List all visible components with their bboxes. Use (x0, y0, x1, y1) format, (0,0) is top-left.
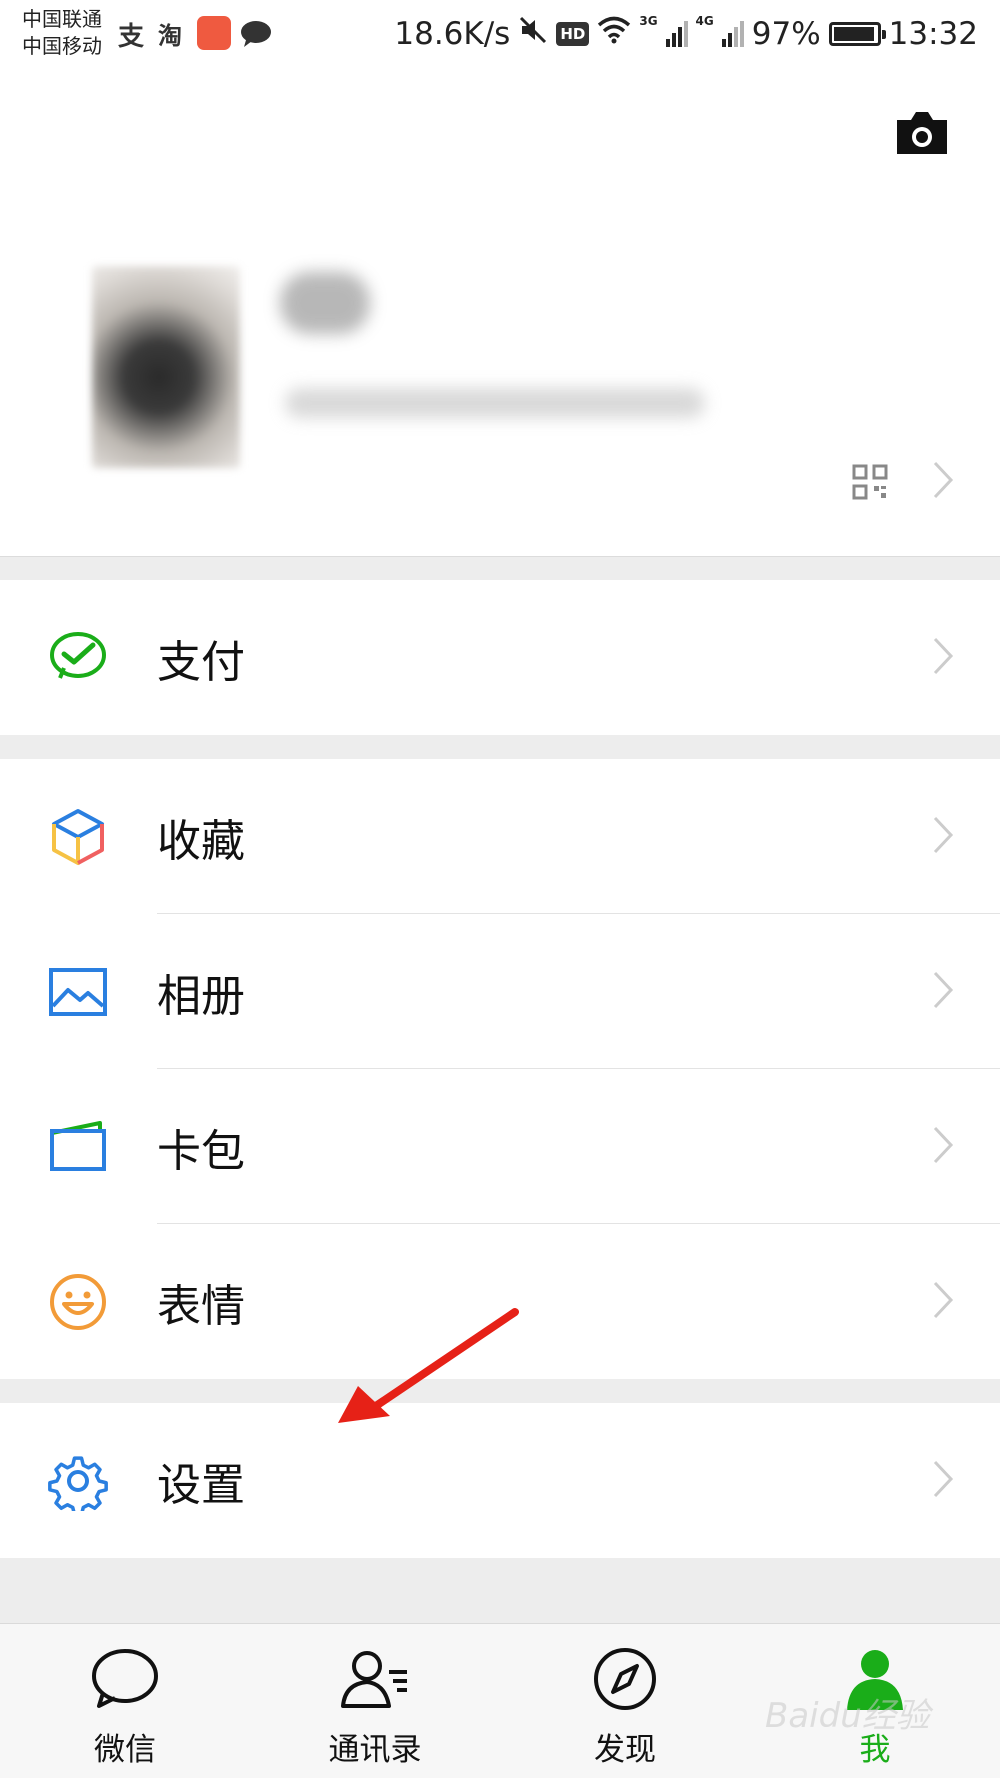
network-4g-label: 4G (695, 14, 714, 28)
chevron-right-icon (933, 816, 954, 854)
status-indicators: 18.6K/s HD 3G 4G 97% 13:32 (394, 12, 978, 56)
chevron-right-icon (933, 1460, 954, 1498)
battery-fill (833, 27, 875, 41)
menu-item-cards[interactable]: 卡包 (0, 1069, 1000, 1224)
card-wallet-icon (50, 1121, 106, 1171)
chat-bubble-icon (92, 1649, 158, 1708)
cards-label: 卡包 (157, 1125, 245, 1177)
favorites-label: 收藏 (157, 815, 245, 867)
picture-icon (49, 968, 107, 1016)
menu-item-album[interactable]: 相册 (0, 914, 1000, 1069)
taobao-notification-icon: 淘 (158, 22, 182, 50)
wifi-icon (597, 16, 631, 52)
wallet-check-icon (50, 632, 106, 679)
chevron-right-icon (933, 1126, 954, 1164)
signal-strength-icon (665, 21, 688, 47)
clock: 13:32 (888, 16, 978, 52)
menu-item-favorites[interactable]: 收藏 (0, 759, 1000, 914)
baidu-watermark: Baidu经验 (765, 1696, 930, 1736)
chevron-right-icon (933, 637, 954, 675)
status-bar: 中国联通 中国移动 支 淘 18.6K/s HD 3G 4G 97% 13:32 (0, 0, 1000, 70)
nickname-blurred (280, 272, 370, 334)
carrier-names: 中国联通 中国移动 (22, 6, 102, 60)
compass-icon (594, 1648, 656, 1710)
carrier-mobile: 中国移动 (22, 34, 102, 58)
album-label: 相册 (157, 970, 245, 1022)
section-divider (0, 556, 1000, 580)
battery-percent: 97% (751, 16, 821, 52)
qr-code-icon[interactable] (852, 464, 888, 500)
tab-contacts[interactable]: 通讯录 (250, 1624, 500, 1778)
wechat-id-blurred (285, 388, 705, 418)
red-arrow-annotation (338, 1308, 519, 1423)
stickers-label: 表情 (157, 1280, 245, 1332)
profile-header[interactable] (0, 70, 1000, 556)
wechat-notification-icon (240, 20, 272, 55)
tab-chats[interactable]: 微信 (0, 1624, 250, 1778)
tab-chats-label: 微信 (94, 1732, 156, 1768)
camera-icon[interactable] (893, 110, 951, 156)
gear-icon (48, 1456, 108, 1511)
network-3g-label: 3G (639, 14, 658, 28)
tab-discover[interactable]: 发现 (500, 1624, 750, 1778)
settings-label: 设置 (157, 1459, 245, 1511)
mute-icon (518, 15, 548, 53)
chevron-right-icon (933, 461, 954, 499)
alipay-notification-icon: 支 (118, 22, 145, 52)
carrier-unicom: 中国联通 (22, 7, 102, 31)
chevron-right-icon (933, 971, 954, 1009)
section-divider (0, 735, 1000, 759)
avatar[interactable] (92, 266, 240, 468)
pay-label: 支付 (157, 636, 245, 688)
bottom-spacer (0, 1558, 1000, 1623)
smiley-icon (50, 1274, 106, 1330)
cube-icon (52, 809, 104, 865)
tab-discover-label: 发现 (594, 1732, 656, 1768)
network-speed: 18.6K/s (394, 16, 511, 52)
tmall-notification-icon (197, 16, 231, 50)
tab-contacts-label: 通讯录 (328, 1732, 422, 1768)
contacts-icon (341, 1651, 407, 1708)
signal-strength-icon (721, 21, 744, 47)
hd-voice-badge: HD (556, 22, 590, 46)
menu-item-pay[interactable]: 支付 (0, 580, 1000, 735)
chevron-right-icon (933, 1281, 954, 1319)
battery-icon (828, 22, 886, 46)
